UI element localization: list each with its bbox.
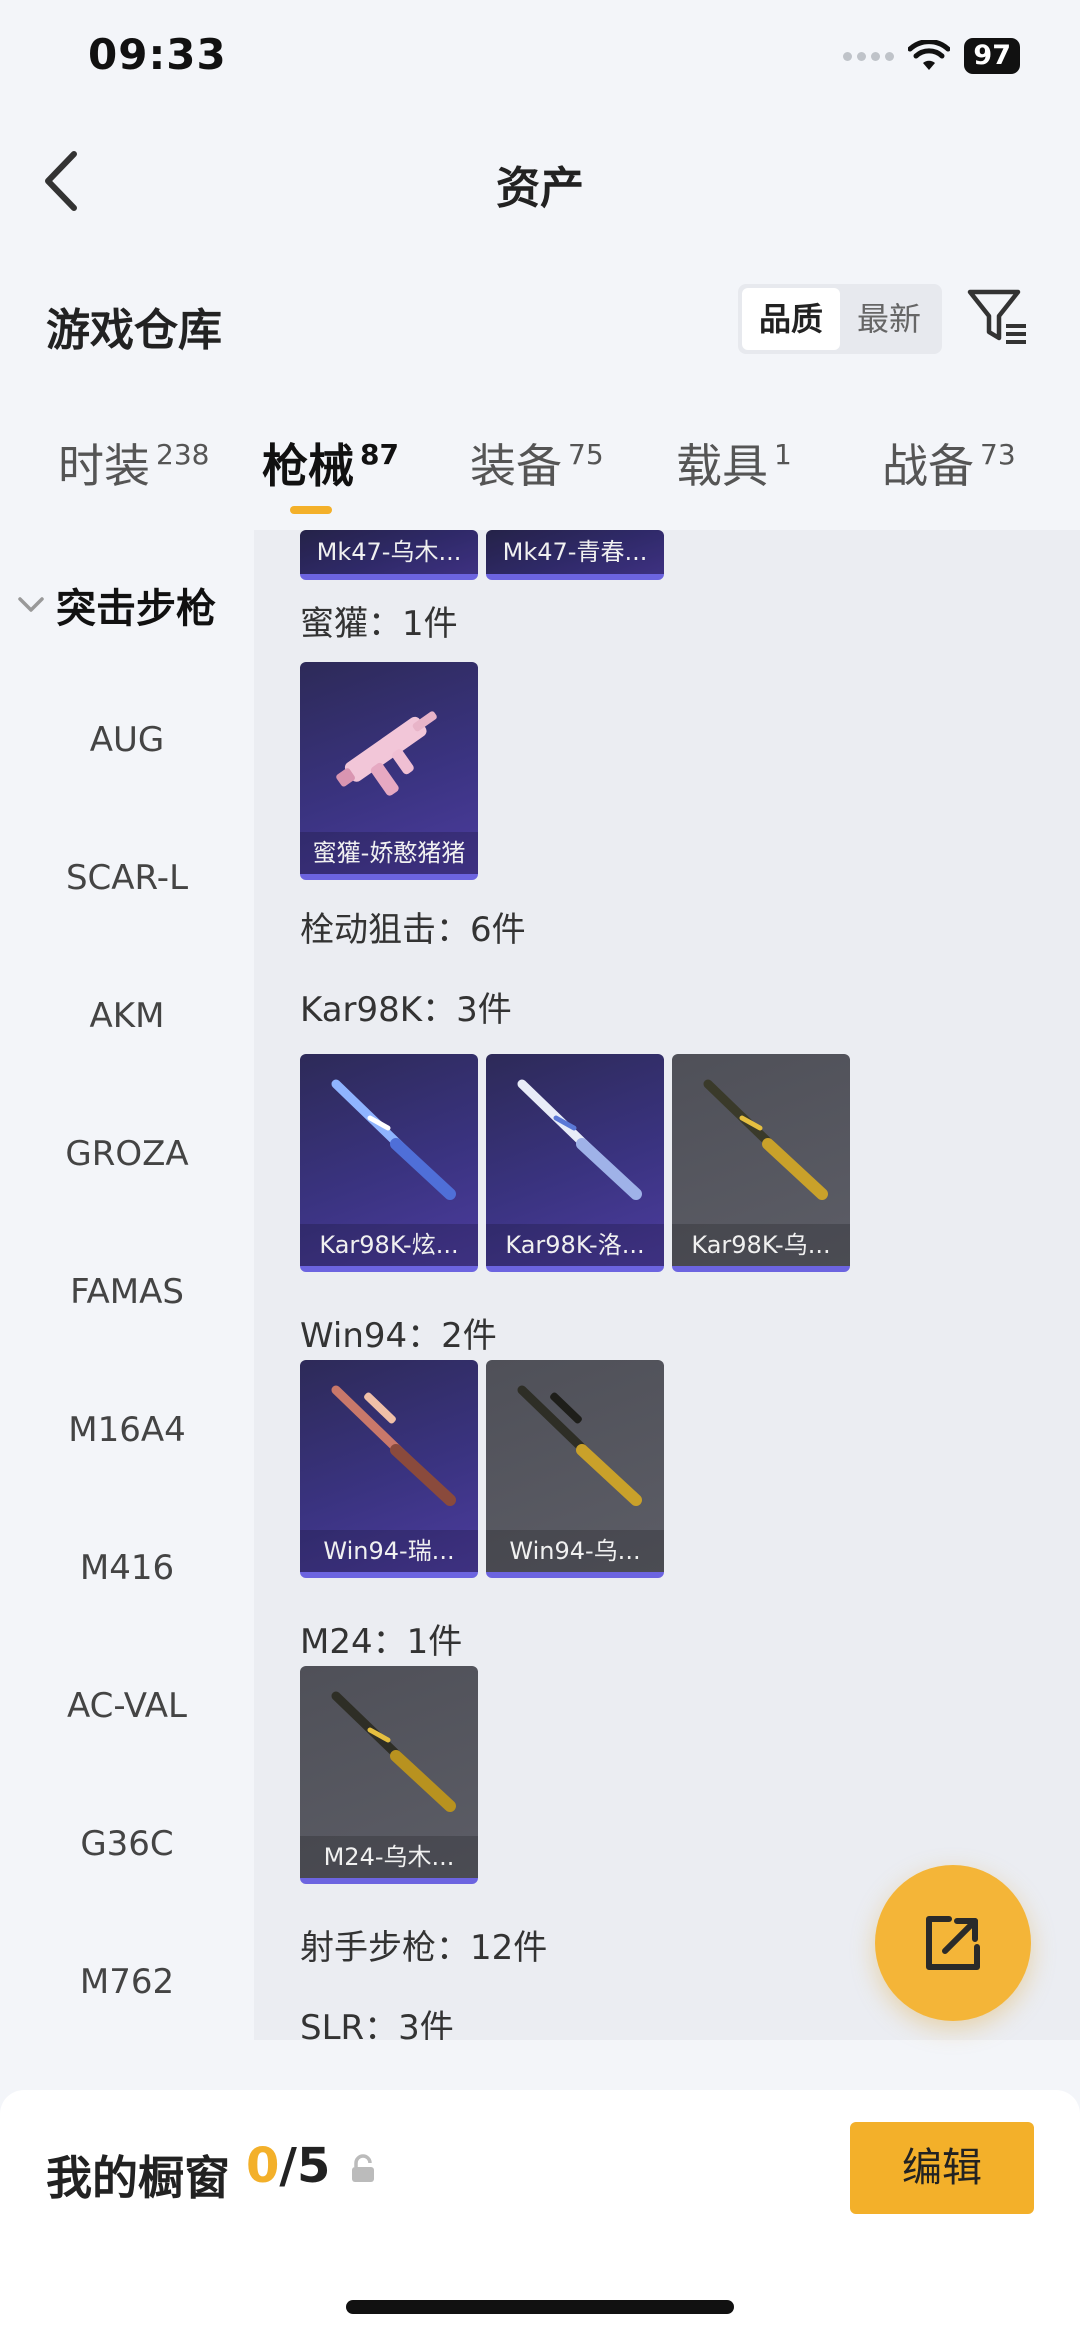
item-card-label: Mk47-乌木... [300,530,478,574]
sidebar-group-label: 突击步枪 [56,586,216,632]
item-card-label: Kar98K-洛... [486,1224,664,1266]
item-card[interactable]: Kar98K-乌... [672,1054,850,1272]
item-card-label: Kar98K-炫... [300,1224,478,1266]
chevron-down-icon [18,597,44,612]
wifi-icon [908,40,951,70]
sidebar-item-groza[interactable]: GROZA [0,1134,254,1174]
sidebar-item-m762[interactable]: M762 [0,1962,254,2002]
sort-newest-option[interactable]: 最新 [840,288,938,350]
rifle-skin-icon [517,1385,642,1506]
rifle-skin-icon [331,1079,456,1200]
group-label: 射手步枪：12件 [300,1928,548,1968]
page-title: 资产 [496,163,584,214]
showcase-title: 我的橱窗 [46,2151,230,2205]
lock-icon [352,2154,374,2182]
tab-fashion[interactable]: 时装 238 [58,430,209,496]
active-tab-indicator [290,506,332,514]
share-icon [926,1916,980,1970]
sidebar-item-ac-val[interactable]: AC-VAL [0,1686,254,1726]
item-card[interactable]: Mk47-乌木... [300,530,478,580]
sort-quality-option[interactable]: 品质 [742,288,840,350]
item-card-label: Kar98K-乌... [672,1224,850,1266]
sidebar-group-assault-rifles[interactable]: 突击步枪 [16,576,216,634]
sidebar-item-akm[interactable]: AKM [0,996,254,1036]
item-card[interactable]: Win94-乌... [486,1360,664,1578]
item-card[interactable]: M24-乌木... [300,1666,478,1884]
group-label: 栓动狙击：6件 [300,910,526,950]
group-label: Win94：2件 [300,1316,497,1356]
pink-smg-icon [336,711,437,796]
rifle-skin-icon [331,1385,456,1506]
item-card[interactable]: Kar98K-洛... [486,1054,664,1272]
item-card-label: Win94-瑞... [300,1530,478,1572]
sidebar-item-scar-l[interactable]: SCAR-L [0,858,254,898]
sidebar-item-m16a4[interactable]: M16A4 [0,1410,254,1450]
sort-toggle: 品质 最新 [738,284,942,354]
item-card-label: M24-乌木... [300,1836,478,1878]
sidebar-item-famas[interactable]: FAMAS [0,1272,254,1312]
filter-icon[interactable] [966,286,1030,348]
sidebar-item-m416[interactable]: M416 [0,1548,254,1588]
tab-firearms[interactable]: 枪械 87 [262,430,399,496]
status-time: 09:33 [88,30,227,79]
nav-bar: 资产 [0,130,1080,230]
item-card[interactable]: Mk47-青春... [486,530,664,580]
rifle-skin-icon [517,1079,642,1200]
group-label: Kar98K：3件 [300,990,512,1030]
item-card[interactable]: Win94-瑞... [300,1360,478,1578]
group-label: 蜜獾：1件 [300,604,458,644]
sidebar-item-g36c[interactable]: G36C [0,1824,254,1864]
weapon-type-sidebar: 突击步枪 AUG SCAR-L AKM GROZA FAMAS M16A4 M4… [0,530,254,2050]
rifle-skin-icon [703,1079,828,1200]
share-button[interactable] [875,1865,1031,2021]
item-card[interactable]: 蜜獾-娇憨猪猪 [300,662,478,880]
tab-vehicles[interactable]: 载具 1 [676,430,792,496]
warehouse-title: 游戏仓库 [46,305,222,356]
item-list[interactable]: Mk47-乌木... Mk47-青春... 蜜獾：1件 蜜獾-娇憨猪猪 栓动狙击… [254,530,1080,2040]
item-card-label: 蜜獾-娇憨猪猪 [300,832,478,874]
rifle-skin-icon [331,1691,456,1812]
group-label: M24：1件 [300,1622,463,1662]
edit-button[interactable]: 编辑 [850,2122,1034,2214]
sidebar-item-aug[interactable]: AUG [0,720,254,760]
showcase-count: 0/5 [246,2138,331,2194]
status-bar: 09:33 97 [0,0,1080,120]
tab-supplies[interactable]: 战备 73 [882,430,1016,496]
cellular-signal-icon [843,51,895,61]
status-icons: 97 [843,38,1020,74]
home-indicator[interactable] [346,2300,734,2314]
battery-indicator: 97 [964,38,1020,74]
tab-equipment[interactable]: 装备 75 [470,430,604,496]
item-card-label: Mk47-青春... [486,530,664,574]
group-label: SLR：3件 [300,2008,454,2040]
item-card-label: Win94-乌... [486,1530,664,1572]
item-card[interactable]: Kar98K-炫... [300,1054,478,1272]
warehouse-header: 游戏仓库 品质 最新 [0,280,1080,370]
category-tabs: 时装 238 枪械 87 装备 75 载具 1 战备 73 [0,430,1080,530]
